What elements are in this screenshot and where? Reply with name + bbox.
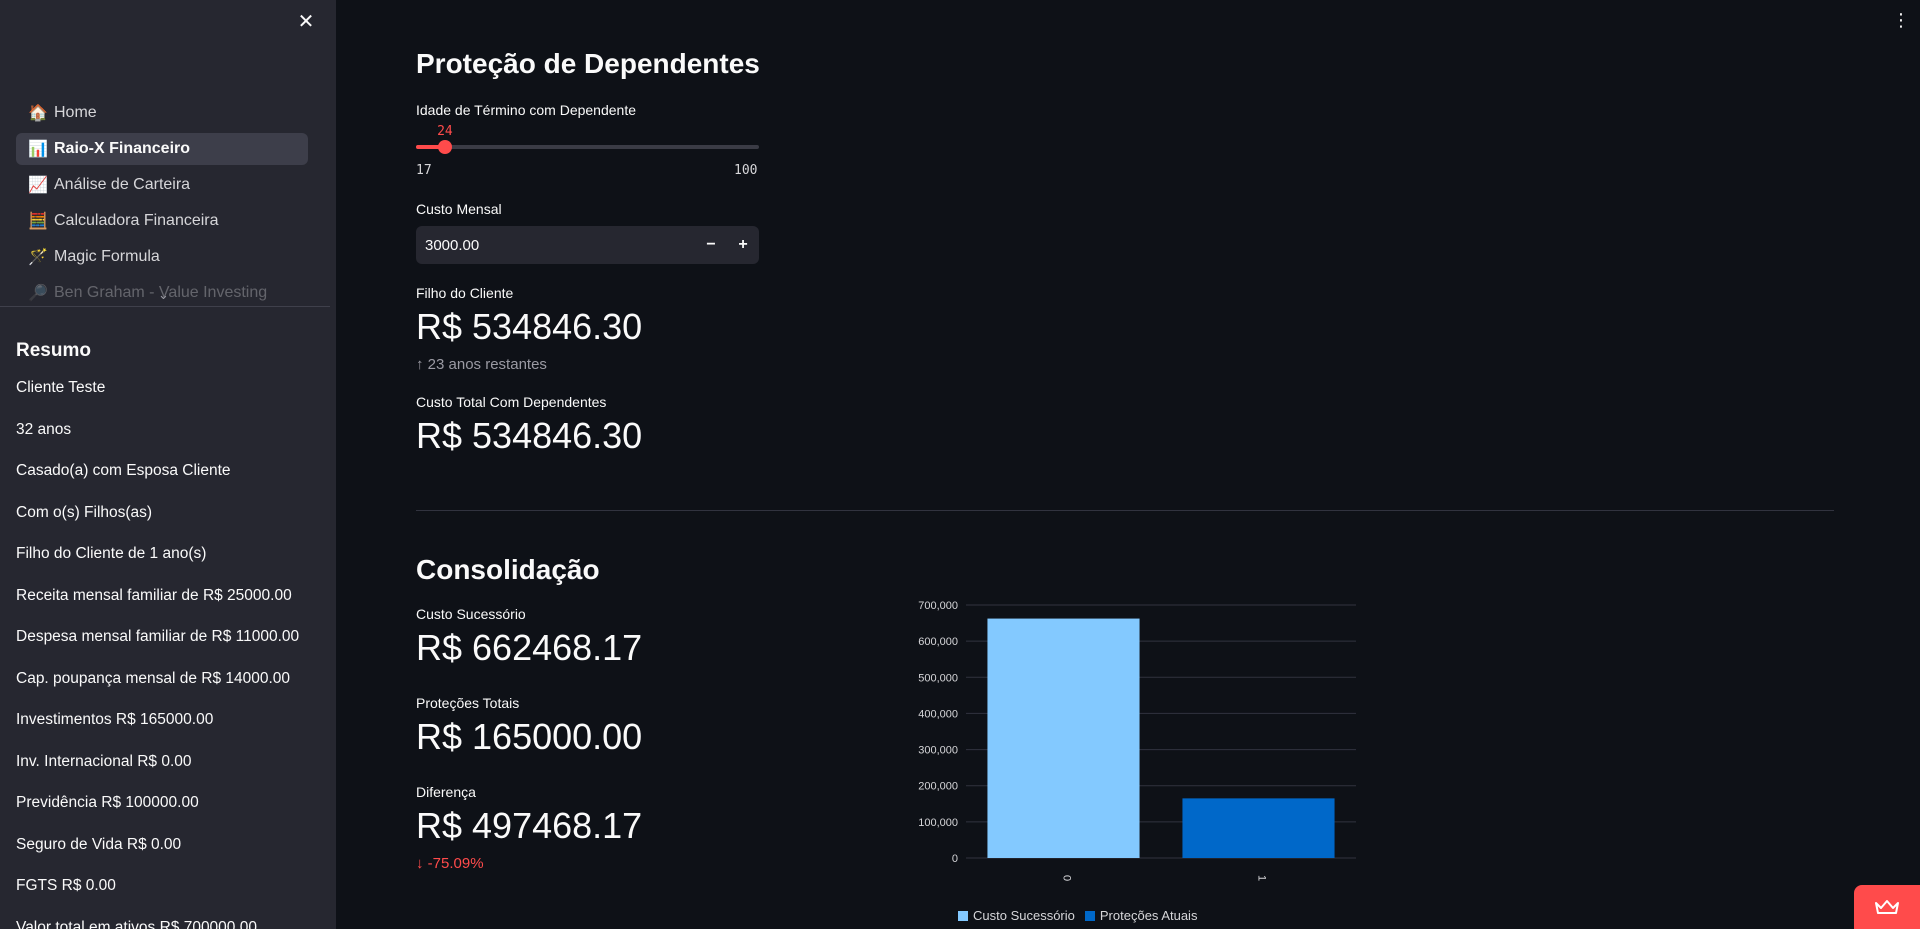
custo-mensal-label: Custo Mensal	[416, 201, 502, 217]
summary-item: Investimentos R$ 165000.00	[16, 711, 214, 728]
custo-sucessorio-value: R$ 662468.17	[416, 627, 643, 668]
custo-sucessorio-label: Custo Sucessório	[416, 606, 526, 622]
diferenca-label: Diferença	[416, 784, 476, 800]
sidebar-item-calculadora[interactable]: 🧮 Calculadora Financeira	[16, 205, 308, 237]
main-menu-icon[interactable]: ⋮	[1892, 10, 1910, 30]
y-tick-label: 300,000	[918, 745, 958, 757]
diferenca-delta: ↓ -75.09%	[416, 855, 484, 872]
main-content: Proteção de Dependentes Idade de Término…	[416, 0, 1836, 929]
house-icon: 🏠	[28, 105, 48, 122]
total-metric-label: Custo Total Com Dependentes	[416, 394, 607, 410]
y-tick-label: 0	[952, 853, 958, 865]
delta-text: -75.09%	[427, 855, 484, 872]
sidebar-item-home[interactable]: 🏠 Home	[16, 97, 308, 129]
legend-item[interactable]: Proteções Atuais	[1084, 908, 1198, 923]
summary-item: Valor total em ativos R$ 700000.00	[16, 918, 257, 929]
filho-metric-delta: ↑ 23 anos restantes	[416, 356, 547, 373]
summary-item: Inv. Internacional R$ 0.00	[16, 752, 192, 770]
sidebar-item-raio-x[interactable]: 📊 Raio-X Financeiro	[16, 133, 308, 165]
sidebar-item-label: Calculadora Financeira	[54, 212, 219, 229]
filho-metric-value: R$ 534846.30	[416, 306, 643, 347]
chart-increasing-icon: 📈	[28, 177, 48, 194]
summary-item: Cliente Teste	[16, 379, 106, 396]
summary-item: Receita mensal familiar de R$ 25000.00	[16, 586, 292, 604]
arrow-down-icon: ↓	[416, 855, 424, 872]
increment-button[interactable]: +	[727, 226, 759, 264]
summary-item: Casado(a) com Esposa Cliente	[16, 462, 231, 479]
slider-max: 100	[734, 163, 758, 178]
protecao-title: Proteção de Dependentes	[416, 48, 760, 79]
slider-label: Idade de Término com Dependente	[416, 102, 636, 118]
chevron-down-icon[interactable]: ⌄	[158, 287, 169, 303]
sidebar: ✕ 🏠 Home 📊 Raio-X Financeiro 📈 Análise d…	[0, 0, 336, 929]
x-tick-label: 0	[1061, 875, 1073, 881]
slider-min: 17	[416, 163, 432, 178]
legend-swatch	[1084, 910, 1095, 921]
sidebar-item-analise-carteira[interactable]: 📈 Análise de Carteira	[16, 169, 308, 201]
streamlit-badge[interactable]	[1854, 885, 1920, 929]
summary-item: FGTS R$ 0.00	[16, 877, 116, 894]
sidebar-item-label: Magic Formula	[54, 248, 160, 265]
summary-title: Resumo	[16, 340, 91, 361]
diferenca-value: R$ 497468.17	[416, 805, 643, 846]
arrow-up-icon: ↑	[416, 356, 424, 373]
abacus-icon: 🧮	[28, 213, 48, 230]
delta-text: 23 anos restantes	[427, 356, 547, 373]
bar	[1182, 798, 1335, 858]
protecoes-totais-label: Proteções Totais	[416, 695, 520, 711]
custo-mensal-input[interactable]	[416, 225, 695, 265]
total-metric-value: R$ 534846.30	[416, 415, 643, 456]
y-tick-label: 100,000	[918, 817, 958, 829]
consolidacao-title: Consolidação	[416, 554, 600, 585]
chart-legend: Custo Sucessório Proteções Atuais	[958, 908, 1197, 923]
y-tick-label: 600,000	[918, 636, 958, 648]
summary-item: 32 anos	[16, 420, 72, 438]
summary-item: Previdência R$ 100000.00	[16, 794, 199, 811]
summary-item: Despesa mensal familiar de R$ 11000.00	[16, 628, 300, 645]
sidebar-nav: 🏠 Home 📊 Raio-X Financeiro 📈 Análise de …	[16, 97, 308, 313]
close-sidebar-icon[interactable]: ✕	[296, 12, 316, 32]
sidebar-item-label: Análise de Carteira	[54, 176, 191, 193]
summary-item: Com o(s) Filhos(as)	[16, 503, 153, 521]
filho-metric-label: Filho do Cliente	[416, 285, 514, 301]
slider-thumb[interactable]	[437, 140, 452, 154]
legend-label: Custo Sucessório	[973, 908, 1075, 923]
consolidacao-bar-chart: 0 100,000 200,000 300,000 400,000 500,000 600,…	[918, 600, 1356, 881]
summary-item: Filho do Cliente de 1 ano(s)	[16, 545, 207, 562]
bar-chart-icon: 📊	[28, 141, 48, 158]
sidebar-divider	[0, 306, 330, 307]
sidebar-item-magic-formula[interactable]: 🪄 Magic Formula	[16, 241, 308, 273]
magnifier-icon: 🔎	[28, 285, 48, 302]
sidebar-item-label: Home	[54, 104, 97, 121]
y-tick-label: 400,000	[918, 708, 958, 720]
y-tick-label: 500,000	[918, 672, 958, 684]
slider-value: 24	[437, 124, 453, 139]
protecoes-totais-value: R$ 165000.00	[416, 716, 643, 757]
x-tick-label: 1	[1256, 875, 1268, 881]
custo-mensal-input-box: − +	[416, 225, 759, 265]
legend-label: Proteções Atuais	[1099, 908, 1198, 923]
y-tick-label: 700,000	[918, 600, 958, 612]
summary-section: Resumo Cliente Teste 32 anos Casado(a) c…	[16, 336, 316, 929]
magic-wand-icon: 🪄	[28, 249, 48, 266]
bar	[987, 618, 1140, 858]
summary-item: Cap. poupança mensal de R$ 14000.00	[16, 669, 291, 687]
sidebar-item-label: Raio-X Financeiro	[54, 140, 191, 157]
legend-item[interactable]: Custo Sucessório	[958, 908, 1075, 923]
summary-item: Seguro de Vida R$ 0.00	[16, 835, 182, 853]
y-tick-label: 200,000	[918, 781, 958, 793]
legend-swatch	[958, 910, 968, 921]
decrement-button[interactable]: −	[695, 226, 727, 264]
crown-icon	[1875, 900, 1899, 914]
section-divider	[416, 510, 1834, 511]
age-slider[interactable]	[416, 140, 759, 154]
